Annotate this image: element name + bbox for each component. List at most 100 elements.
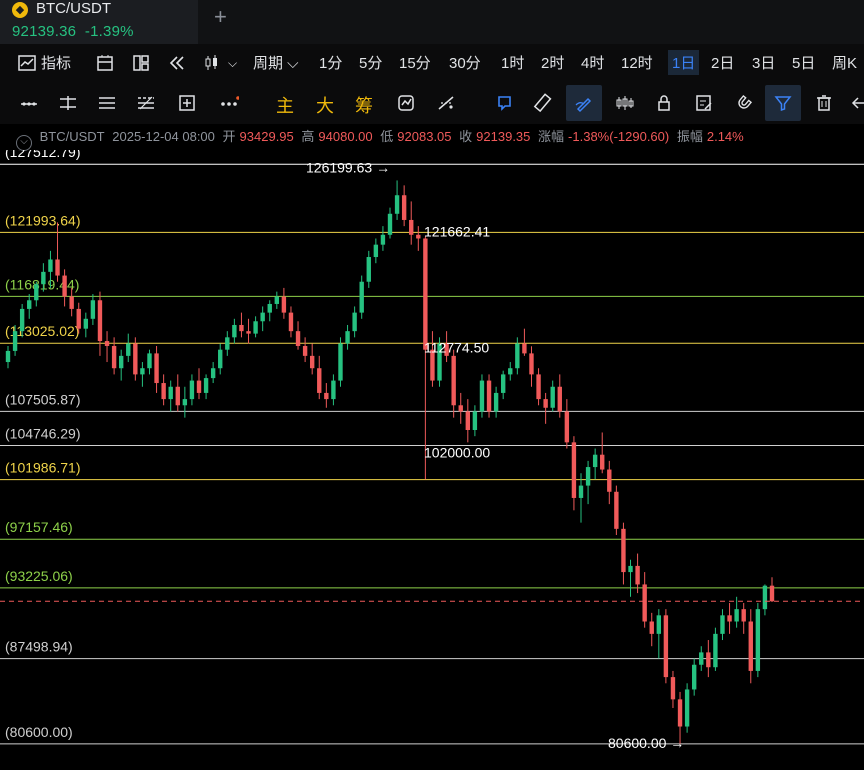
measure-icon[interactable] xyxy=(174,90,200,116)
candle-body xyxy=(309,355,315,369)
trade-marker-icon[interactable] xyxy=(433,90,459,116)
filter-icon[interactable] xyxy=(765,85,801,121)
change-value: -1.38%(-1290.60) xyxy=(568,129,670,144)
symbol-name: BTC/USDT xyxy=(36,0,111,17)
candle-body xyxy=(27,300,32,309)
edit-notes-icon[interactable] xyxy=(691,90,717,116)
candle-body xyxy=(642,584,647,622)
candle-body xyxy=(225,337,230,350)
indicator-icon[interactable] xyxy=(14,50,40,76)
candle-body xyxy=(691,664,697,690)
low-value: 92083.05 xyxy=(397,129,452,144)
interval-8[interactable]: 1日 xyxy=(668,50,700,75)
indicators-button[interactable]: 指标 xyxy=(41,52,71,73)
level-label: (104746.29) xyxy=(5,425,81,441)
candle-body xyxy=(720,615,725,634)
price-annotation: 112774.50 xyxy=(424,339,489,355)
magnet-icon[interactable] xyxy=(731,90,757,116)
horizontal-lines-icon[interactable] xyxy=(94,90,120,116)
candle-body xyxy=(295,331,301,346)
trash-icon[interactable] xyxy=(811,90,837,116)
candle-body xyxy=(423,238,428,350)
interval-7[interactable]: 12时 xyxy=(621,52,653,73)
candle-body xyxy=(373,244,379,258)
candle-body xyxy=(727,615,732,622)
interval-12[interactable]: 周K xyxy=(832,52,857,73)
candle-body xyxy=(550,386,555,408)
candle-body xyxy=(472,411,478,430)
candle-body xyxy=(366,257,371,282)
parallel-lines-icon[interactable] xyxy=(55,90,81,116)
amplitude-value: 2.14% xyxy=(706,129,744,144)
candle-body xyxy=(684,689,690,727)
candlestick-chart[interactable]: (127512.79)(121993.64)(116819.44)(113025… xyxy=(0,150,864,770)
plus-icon[interactable]: + xyxy=(214,4,227,30)
candle-body xyxy=(133,343,138,375)
level-label: (127512.79) xyxy=(5,150,81,160)
interval-11[interactable]: 5日 xyxy=(792,52,815,73)
candle-body xyxy=(585,467,591,486)
horizontal-ray-icon[interactable] xyxy=(16,90,42,116)
interval-6[interactable]: 4时 xyxy=(581,52,604,73)
candle-body xyxy=(493,392,499,412)
interval-2[interactable]: 15分 xyxy=(399,52,431,73)
symbol-tab[interactable]: ◆ BTC/USDT 92139.36 -1.39% xyxy=(0,0,198,44)
candle-body xyxy=(748,621,753,671)
candle-body xyxy=(649,621,654,634)
candle-body xyxy=(189,380,195,400)
candle-body xyxy=(48,259,53,272)
lock-icon[interactable] xyxy=(651,90,677,116)
candle-body xyxy=(41,271,46,285)
pen-tool-icon[interactable] xyxy=(566,85,602,121)
interval-9[interactable]: 2日 xyxy=(711,52,734,73)
fib-retracement-icon[interactable] xyxy=(133,90,159,116)
big-order-button[interactable]: 大 xyxy=(316,92,334,118)
compare-icon[interactable] xyxy=(393,90,419,116)
arrow-left-icon[interactable] xyxy=(846,90,864,116)
candle-body xyxy=(260,312,265,322)
candle-body xyxy=(571,442,577,498)
candle-body xyxy=(628,565,633,573)
candle-body xyxy=(401,195,407,220)
interval-1[interactable]: 5分 xyxy=(359,52,382,73)
candle-body xyxy=(409,219,414,235)
candle-body xyxy=(762,585,768,610)
candle-body xyxy=(55,259,60,276)
rewind-icon[interactable] xyxy=(164,50,190,76)
open-value: 93429.95 xyxy=(239,129,294,144)
candle-type-icon[interactable] xyxy=(200,50,226,76)
interval-10[interactable]: 3日 xyxy=(752,52,775,73)
interval-4[interactable]: 1时 xyxy=(501,52,524,73)
open-label: 开 xyxy=(222,129,236,144)
candle-body xyxy=(267,303,272,313)
interval-3[interactable]: 30分 xyxy=(449,52,481,73)
candle-body xyxy=(557,386,562,412)
interval-0[interactable]: 1分 xyxy=(319,52,342,73)
candle-body xyxy=(656,615,662,634)
bars-pattern-icon[interactable] xyxy=(612,90,638,116)
candle-body xyxy=(196,380,202,393)
candle-body xyxy=(578,485,584,498)
ruler-icon[interactable] xyxy=(530,90,556,116)
low-label: 低 xyxy=(380,129,394,144)
period-button[interactable]: 周期 ⌵ xyxy=(253,52,299,73)
interval-5[interactable]: 2时 xyxy=(541,52,564,73)
template-icon[interactable] xyxy=(92,50,118,76)
chip-distribution-button[interactable]: 筹 xyxy=(355,92,373,118)
layout-icon[interactable] xyxy=(128,50,154,76)
candle-body xyxy=(104,341,110,346)
candle-body xyxy=(706,652,711,668)
level-label: (87498.94) xyxy=(5,639,73,655)
more-tools-icon[interactable] xyxy=(216,90,242,116)
candle-body xyxy=(600,454,605,470)
main-indicator-button[interactable]: 主 xyxy=(276,92,294,118)
comment-icon[interactable] xyxy=(492,90,518,116)
info-datetime: 2025-12-04 08:00 xyxy=(112,129,215,144)
candle-body xyxy=(359,281,364,313)
candle-body xyxy=(663,615,669,678)
collapse-icon[interactable]: ⌵ xyxy=(16,135,32,151)
candle-body xyxy=(147,353,152,369)
candle-body xyxy=(239,324,244,332)
chevron-down-icon[interactable]: ⌵ xyxy=(228,56,237,71)
candle-body xyxy=(140,368,145,375)
